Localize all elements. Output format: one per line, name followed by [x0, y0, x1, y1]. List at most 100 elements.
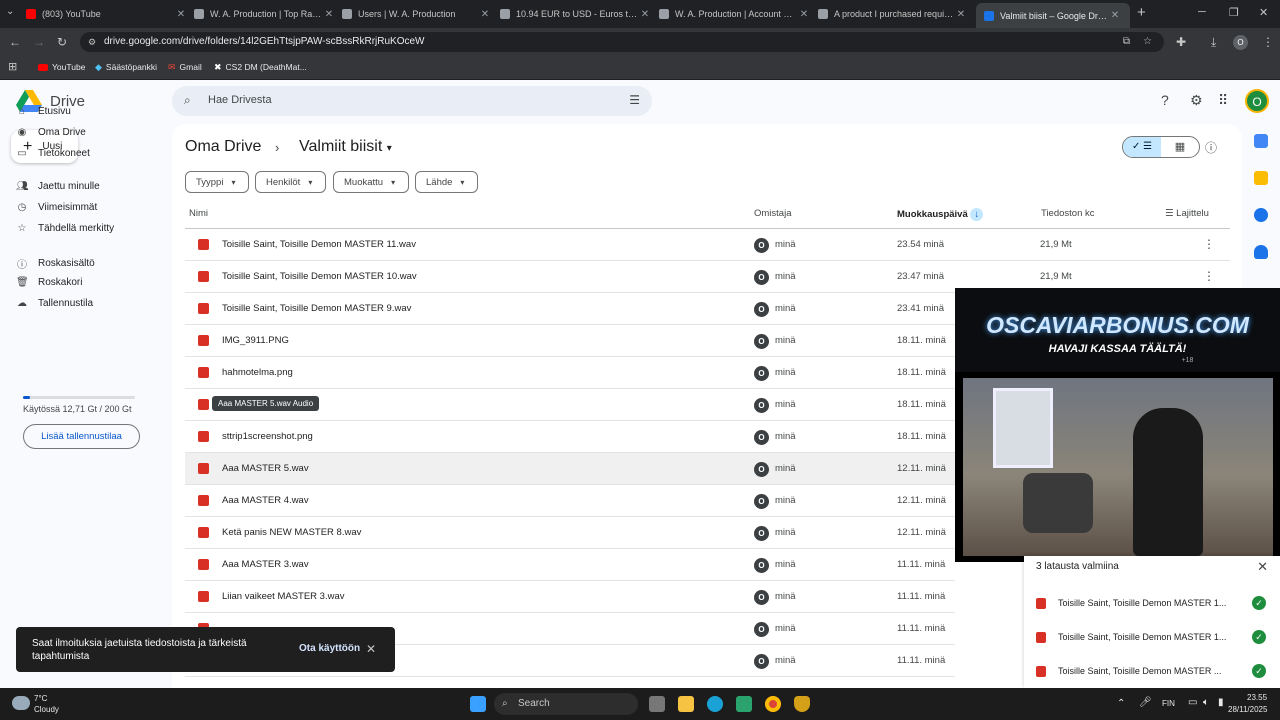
- list-view-button[interactable]: ✓ ☰: [1123, 137, 1161, 157]
- enable-notifications-button[interactable]: Ota käyttöön: [299, 643, 360, 654]
- download-item[interactable]: Toisille Saint, Toisille Demon MASTER 1.…: [1036, 593, 1266, 613]
- weather-icon[interactable]: [12, 696, 30, 710]
- help-icon[interactable]: ?: [1161, 92, 1169, 108]
- filter-chip-3[interactable]: Lähde ▾: [415, 171, 478, 193]
- grid-view-button[interactable]: ▦: [1161, 137, 1199, 157]
- close-downloads-icon[interactable]: ✕: [1257, 559, 1268, 575]
- sidebar-item-1[interactable]: ◉ Oma Drive: [16, 127, 86, 138]
- network-icon[interactable]: ▭: [1188, 697, 1197, 708]
- install-app-icon[interactable]: ⧉: [1123, 32, 1130, 52]
- bookmark-youtube[interactable]: YouTube: [38, 60, 85, 74]
- browser-menu-icon[interactable]: ⋮: [1262, 34, 1274, 50]
- extensions-icon[interactable]: ✚: [1176, 34, 1186, 50]
- contacts-icon[interactable]: [1254, 245, 1268, 259]
- column-owner[interactable]: Omistaja: [754, 208, 791, 219]
- microphone-icon[interactable]: 🎤︎: [1139, 697, 1152, 708]
- close-tab-icon[interactable]: ✕: [954, 9, 968, 20]
- sidebar-item-8[interactable]: ☁︎ Tallennustila: [16, 298, 93, 309]
- restore-icon[interactable]: ❐: [1229, 6, 1239, 19]
- close-snackbar-icon[interactable]: ✕: [366, 642, 376, 656]
- bookmark-star-icon[interactable]: ☆: [1143, 32, 1152, 52]
- filter-chip-1[interactable]: Henkilöt ▾: [255, 171, 326, 193]
- clock-time[interactable]: 23.55: [1247, 693, 1267, 702]
- taskbar-search[interactable]: ⌕ Search: [494, 693, 638, 715]
- file-row[interactable]: Toisille Saint, Toisille Demon MASTER 11…: [185, 229, 1230, 261]
- start-icon[interactable]: [470, 696, 486, 712]
- column-size[interactable]: Tiedoston kc: [1041, 208, 1095, 219]
- google-apps-icon[interactable]: ⠿: [1218, 92, 1228, 109]
- task-view-icon[interactable]: [649, 696, 665, 712]
- store-icon[interactable]: [736, 696, 752, 712]
- sidebar-item-4[interactable]: ◷ Viimeisimmät: [16, 202, 98, 213]
- chrome-icon[interactable]: [765, 696, 781, 712]
- file-row[interactable]: IMG_3911.PNG Ominä 18.11. minä: [185, 325, 955, 357]
- more-actions-icon[interactable]: ⋮: [1203, 237, 1215, 251]
- tab-0[interactable]: (803) YouTube ✕: [26, 4, 188, 24]
- app-icon[interactable]: [794, 696, 810, 712]
- tab-2[interactable]: Users | W. A. Production ✕: [342, 4, 492, 24]
- tray-chevron-icon[interactable]: ⌃: [1117, 698, 1125, 709]
- address-bar[interactable]: ⚙ drive.google.com/drive/folders/14l2GEh…: [80, 32, 1164, 52]
- column-modified[interactable]: Muokkauspäivä ↓: [897, 208, 984, 221]
- tab-1[interactable]: W. A. Production | Top Rated Se✕: [194, 4, 336, 24]
- column-name[interactable]: Nimi: [189, 208, 208, 219]
- details-info-icon[interactable]: ⓘ: [1205, 139, 1217, 156]
- tab-4[interactable]: W. A. Production | Account Reg ✕: [659, 4, 811, 24]
- file-row[interactable]: Toisille Saint, Toisille Demon MASTER 9.…: [185, 293, 955, 325]
- minimize-icon[interactable]: ─: [1198, 6, 1206, 18]
- file-explorer-icon[interactable]: [678, 696, 694, 712]
- file-row[interactable]: Aaa MASTER 3.wav Ominä 11.11. minä: [185, 549, 955, 581]
- search-options-icon[interactable]: ☰: [629, 93, 640, 107]
- sidebar-item-6[interactable]: ⓘ Roskasisältö: [16, 256, 95, 271]
- tab-3[interactable]: 10.94 EUR to USD - Euros to US ✕: [500, 4, 652, 24]
- battery-icon[interactable]: ▮: [1218, 697, 1224, 708]
- file-row[interactable]: Aaa MASTER 5.wav Ominä 12.11. minä: [185, 453, 955, 485]
- sort-down-icon[interactable]: ↓: [970, 208, 984, 221]
- tasks-icon[interactable]: [1254, 208, 1268, 222]
- filter-chip-0[interactable]: Tyyppi ▾: [185, 171, 249, 193]
- breadcrumb-current[interactable]: Valmiit biisit ▾: [299, 138, 392, 156]
- bookmark-saastopankki[interactable]: ◆ Säästöpankki: [95, 60, 157, 74]
- file-row[interactable]: sttrip1screenshot.png Ominä 18.11. minä: [185, 421, 955, 453]
- search-bar[interactable]: ⌕ Hae Drivesta ☰: [172, 86, 652, 116]
- sidebar-item-0[interactable]: ⌂ Etusivu: [16, 106, 71, 117]
- sidebar-item-5[interactable]: ☆ Tähdellä merkitty: [16, 223, 115, 234]
- filter-chip-2[interactable]: Muokattu ▾: [333, 171, 409, 193]
- keep-icon[interactable]: [1254, 171, 1268, 185]
- tab-search-button[interactable]: ⌄: [6, 6, 14, 17]
- tab-6[interactable]: Valmiit biisit – Google Drive ✕: [976, 3, 1130, 28]
- file-row[interactable]: Aaa MASTER 4.wav Ominä 12.11. minä: [185, 485, 955, 517]
- tab-5[interactable]: A product I purchased requires ✕: [818, 4, 968, 24]
- close-tab-icon[interactable]: ✕: [322, 9, 336, 20]
- edge-icon[interactable]: [707, 696, 723, 712]
- apps-grid-icon[interactable]: ⊞: [8, 60, 17, 73]
- close-tab-icon[interactable]: ✕: [1108, 10, 1122, 21]
- clock-date[interactable]: 28/11/2025: [1228, 705, 1267, 714]
- new-tab-button[interactable]: +: [1137, 4, 1146, 21]
- file-row[interactable]: Liian vaikeet MASTER 3.wav Ominä 11.11. mi…: [185, 581, 955, 613]
- account-avatar[interactable]: O: [1245, 89, 1269, 113]
- download-icon[interactable]: ⤓: [1211, 34, 1216, 50]
- file-row[interactable]: Ketä panis NEW MASTER 8.wav Ominä 12.11. m…: [185, 517, 955, 549]
- close-tab-icon[interactable]: ✕: [797, 9, 811, 20]
- download-item[interactable]: Toisille Saint, Toisille Demon MASTER 1.…: [1036, 627, 1266, 647]
- settings-icon[interactable]: ⚙: [1190, 92, 1203, 109]
- back-icon[interactable]: ←: [9, 34, 21, 50]
- calendar-icon[interactable]: [1254, 134, 1268, 148]
- close-tab-icon[interactable]: ✕: [174, 9, 188, 20]
- sidebar-item-2[interactable]: ▭ Tietokoneet: [16, 148, 90, 159]
- more-actions-icon[interactable]: ⋮: [1203, 269, 1215, 283]
- file-row[interactable]: hahmotelma.png Ominä 18.11. minä: [185, 357, 955, 389]
- profile-avatar[interactable]: O: [1233, 35, 1248, 50]
- close-tab-icon[interactable]: ✕: [638, 9, 652, 20]
- sidebar-item-3[interactable]: 👥︎ Jaettu minulle: [16, 181, 100, 192]
- search-input[interactable]: Hae Drivesta: [208, 94, 272, 106]
- bookmark-cs2dm[interactable]: ✖ CS2 DM (DeathMat...: [214, 60, 307, 74]
- breadcrumb-root[interactable]: Oma Drive: [185, 138, 261, 156]
- reload-icon[interactable]: ↻: [57, 34, 67, 50]
- sort-options[interactable]: ☰ Lajittelu: [1165, 208, 1209, 219]
- language-indicator[interactable]: FIN: [1162, 699, 1175, 708]
- sidebar-item-7[interactable]: 🗑︎ Roskakori: [16, 277, 82, 288]
- volume-icon[interactable]: 🔈︎: [1203, 697, 1209, 708]
- forward-icon[interactable]: →: [33, 34, 45, 50]
